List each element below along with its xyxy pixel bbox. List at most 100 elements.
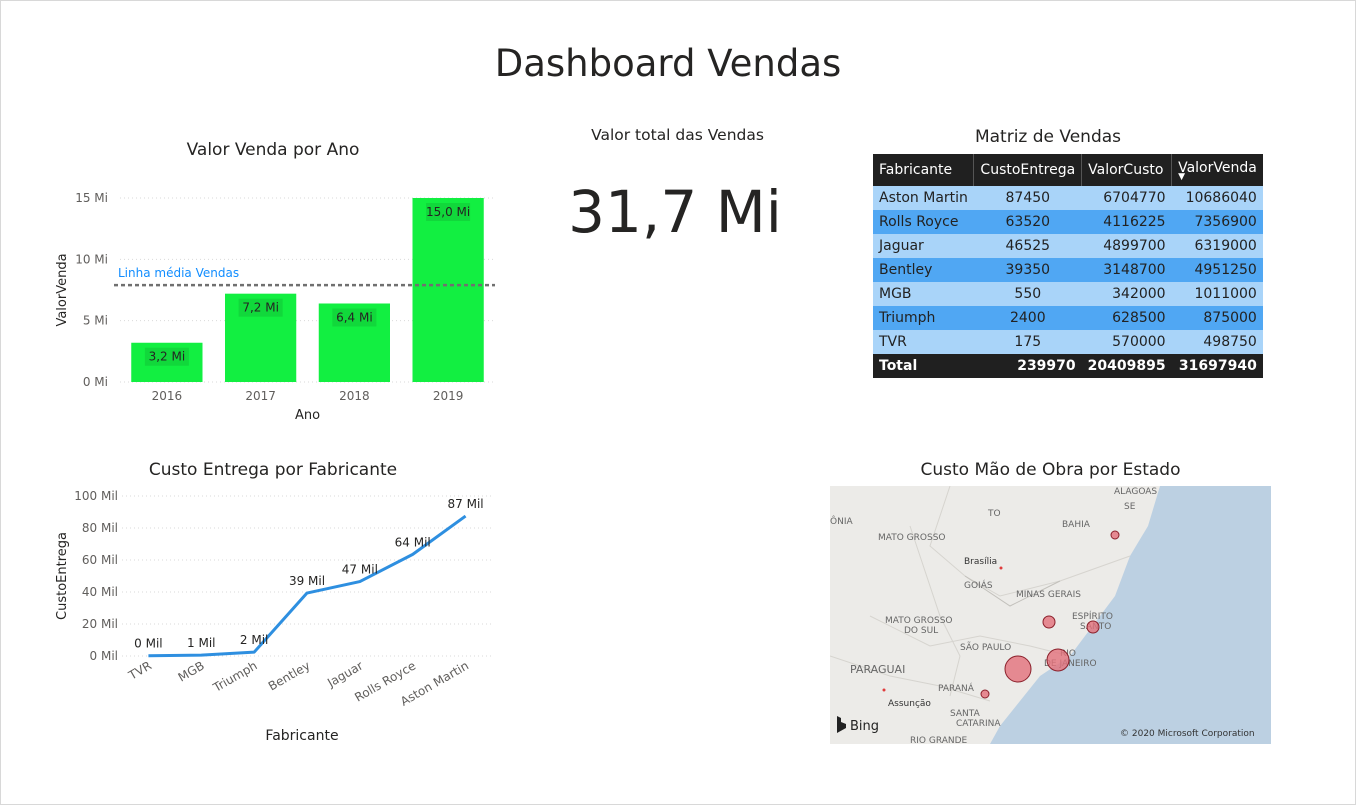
- city-dot-brasilia: [999, 566, 1003, 570]
- matrix-total-row: Total 239970 20409895 31697940: [873, 354, 1263, 378]
- data-label: 87 Mil: [448, 497, 484, 511]
- data-label: 39 Mil: [289, 574, 325, 588]
- x-tick-label: 2018: [339, 389, 370, 403]
- matrix-cell-value: 875000: [1171, 306, 1263, 330]
- data-label: 64 Mil: [395, 535, 431, 549]
- map-label-espirito: ESPÍRITO: [1072, 610, 1113, 622]
- matrix-header-row: Fabricante CustoEntrega ValorCusto Valor…: [873, 154, 1263, 186]
- matrix-cell-value: 550: [973, 282, 1082, 306]
- matrix-cell-value: 342000: [1081, 282, 1172, 306]
- x-axis-title: Fabricante: [265, 728, 338, 744]
- matrix-row[interactable]: MGB 550 342000 1011000: [873, 282, 1263, 306]
- map-title: Custo Mão de Obra por Estado: [920, 460, 1181, 480]
- column-header-fabricante[interactable]: Fabricante: [873, 154, 975, 186]
- x-tick-label: Jaguar: [324, 658, 365, 690]
- y-tick-label: 0 Mil: [90, 649, 118, 663]
- x-tick-label: 2017: [245, 389, 276, 403]
- sales-matrix[interactable]: Fabricante CustoEntrega ValorCusto Valor…: [873, 154, 1263, 378]
- matrix-cell-value: 39350: [973, 258, 1082, 282]
- matrix-cell-value: 4899700: [1081, 234, 1172, 258]
- matrix-cell-value: 4951250: [1171, 258, 1263, 282]
- map-label-to: TO: [987, 509, 1001, 519]
- data-label: 7,2 Mi: [242, 301, 279, 315]
- x-tick-label: 2019: [433, 389, 464, 403]
- matrix-cell-value: 570000: [1081, 330, 1172, 354]
- x-tick-label: 2016: [152, 389, 183, 403]
- map-copyright: © 2020 Microsoft Corporation: [1120, 729, 1255, 739]
- matrix-row[interactable]: Bentley 39350 3148700 4951250: [873, 258, 1263, 282]
- map-label-onia: ÔNIA: [830, 515, 853, 527]
- line-chart[interactable]: 0 Mil 20 Mil 40 Mil 60 Mil 80 Mil 100 Mil 0 Mi…: [50, 485, 510, 755]
- map-bubble[interactable]: [1110, 530, 1120, 540]
- data-label: 1 Mil: [187, 636, 215, 650]
- map-label-brasilia: Brasília: [964, 557, 997, 567]
- matrix-row[interactable]: Aston Martin 87450 6704770 10686040: [873, 186, 1263, 210]
- matrix-cell-value: 87450: [973, 186, 1082, 210]
- y-tick-label: 0 Mi: [83, 375, 108, 389]
- x-tick-label: MGB: [176, 658, 207, 684]
- map-label-goias: GOIÁS: [964, 579, 993, 591]
- matrix-cell-value: 46525: [973, 234, 1082, 258]
- bar-chart[interactable]: 0 Mi 5 Mi 10 Mi 15 Mi 3,2 Mi 2016 7,2 Mi 2017 6,…: [50, 180, 510, 430]
- map-bubble[interactable]: [1086, 620, 1100, 634]
- matrix-total-value: 239970: [973, 354, 1082, 378]
- bar[interactable]: [412, 198, 484, 382]
- matrix-cell-fabricante: Aston Martin: [873, 186, 974, 210]
- matrix-cell-value: 63520: [973, 210, 1082, 234]
- map-label-se: SE: [1124, 502, 1136, 512]
- kpi-value: 31,7 Mi: [568, 178, 782, 246]
- map-label-bahia: BAHIA: [1062, 520, 1091, 530]
- y-tick-label: 20 Mil: [82, 617, 118, 631]
- column-header-valorcusto[interactable]: ValorCusto: [1081, 154, 1173, 186]
- map-bubble[interactable]: [1046, 648, 1070, 672]
- map-bubble[interactable]: [980, 689, 990, 699]
- x-tick-label: Bentley: [266, 658, 313, 693]
- matrix-row[interactable]: Triumph 2400 628500 875000: [873, 306, 1263, 330]
- matrix-title: Matriz de Vendas: [974, 127, 1122, 147]
- matrix-cell-fabricante: Triumph: [873, 306, 974, 330]
- map-label-mato-grosso: MATO GROSSO: [878, 533, 946, 543]
- map-label-santa: SANTA: [950, 709, 981, 719]
- matrix-cell-value: 7356900: [1171, 210, 1263, 234]
- matrix-cell-value: 498750: [1171, 330, 1263, 354]
- x-tick-label: Triumph: [210, 658, 260, 695]
- data-label: 2 Mil: [240, 633, 268, 647]
- map-label-catarina: CATARINA: [956, 719, 1001, 729]
- data-label: 15,0 Mi: [426, 205, 470, 219]
- map-bubble[interactable]: [1042, 615, 1056, 629]
- matrix-cell-value: 10686040: [1171, 186, 1263, 210]
- y-tick-label: 15 Mi: [75, 191, 108, 205]
- x-axis-title: Ano: [295, 408, 320, 423]
- y-axis-title: ValorVenda: [55, 253, 70, 326]
- matrix-cell-value: 6319000: [1171, 234, 1263, 258]
- map-label-parana: PARANÁ: [938, 682, 975, 694]
- map-canvas[interactable]: ALAGOAS SE TO BAHIA ÔNIA MATO GROSSO Bra…: [830, 486, 1271, 744]
- average-line-label: Linha média Vendas: [118, 266, 239, 280]
- map-label-rio-grande: RIO GRANDE: [910, 736, 968, 744]
- column-header-valorvenda[interactable]: ValorVenda ▼: [1171, 154, 1263, 186]
- column-header-custoentrega[interactable]: CustoEntrega: [973, 154, 1083, 186]
- y-tick-label: 40 Mil: [82, 585, 118, 599]
- map-label-sao-paulo: SÃO PAULO: [960, 642, 1011, 653]
- matrix-total-label: Total: [873, 354, 974, 378]
- data-label: 6,4 Mi: [336, 310, 373, 324]
- data-label: 47 Mil: [342, 563, 378, 577]
- y-axis-title: CustoEntrega: [55, 532, 70, 620]
- matrix-cell-value: 6704770: [1081, 186, 1172, 210]
- map-bubble[interactable]: [1004, 655, 1032, 683]
- matrix-row[interactable]: Jaguar 46525 4899700 6319000: [873, 234, 1263, 258]
- data-label: 0 Mil: [134, 637, 162, 651]
- y-tick-label: 10 Mi: [75, 252, 108, 266]
- matrix-row[interactable]: TVR 175 570000 498750: [873, 330, 1263, 354]
- valorvenda-label: ValorVenda: [1178, 160, 1257, 176]
- y-tick-label: 5 Mi: [83, 314, 108, 328]
- map-label-minas-gerais: MINAS GERAIS: [1016, 590, 1081, 600]
- map-label-mato-grosso-2: MATO GROSSO: [885, 616, 953, 626]
- matrix-cell-fabricante: Bentley: [873, 258, 974, 282]
- matrix-cell-fabricante: Rolls Royce: [873, 210, 974, 234]
- line-chart-title: Custo Entrega por Fabricante: [148, 460, 398, 480]
- matrix-row[interactable]: Rolls Royce 63520 4116225 7356900: [873, 210, 1263, 234]
- matrix-cell-value: 175: [973, 330, 1082, 354]
- matrix-cell-value: 2400: [973, 306, 1082, 330]
- map-visual[interactable]: ALAGOAS SE TO BAHIA ÔNIA MATO GROSSO Bra…: [830, 486, 1271, 744]
